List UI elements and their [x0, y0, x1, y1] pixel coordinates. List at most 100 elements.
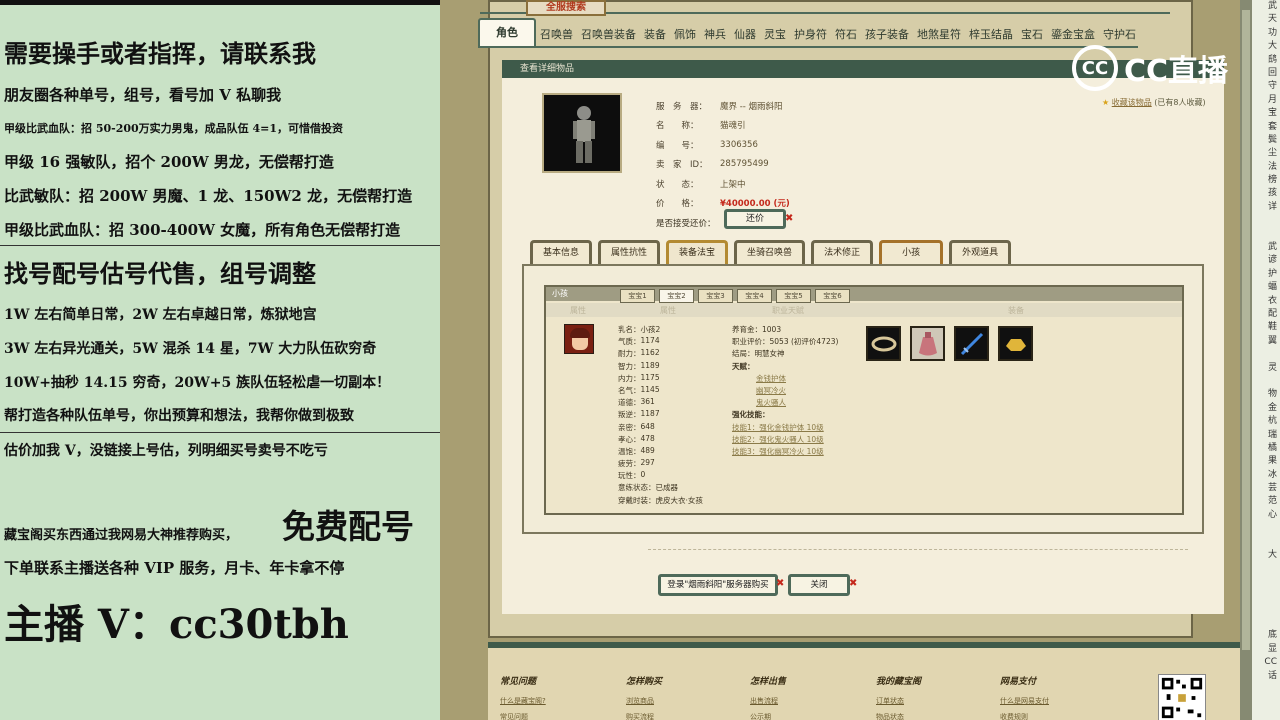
tab-divine-weapon[interactable]: 神兵	[700, 26, 730, 46]
stat-value: 1162	[640, 348, 660, 358]
stat-row: 叛逆： 1187	[618, 409, 703, 421]
bargain-button[interactable]: 还价	[724, 209, 786, 229]
tab-basic-info[interactable]: 基本信息	[530, 240, 593, 264]
tab-amulet[interactable]: 护身符	[790, 26, 831, 46]
side-text-char	[1252, 562, 1280, 575]
search-banner[interactable]: 全服搜索	[526, 0, 606, 16]
tab-child-equip[interactable]: 孩子装备	[861, 26, 913, 46]
stat-key: 亲密	[618, 422, 633, 432]
tab-baby-1[interactable]: 宝宝1	[620, 289, 655, 303]
gold-ingot-icon[interactable]	[998, 326, 1033, 361]
watermark-text: CC直播	[1124, 54, 1229, 89]
stat-value: 0	[640, 470, 646, 480]
footer-link[interactable]: 出售流程	[750, 693, 786, 709]
info-value: 魔界 -- 烟雨斜阳	[720, 101, 783, 112]
tab-accessory[interactable]: 佩饰	[670, 26, 700, 46]
tab-spirit-treasure[interactable]: 灵宝	[760, 26, 790, 46]
panel-line-10: 10W+抽秒 14.15 穷奇，20W+5 族队伍轻松虐一切副本！	[4, 375, 391, 391]
tab-equip[interactable]: 装备	[640, 26, 670, 46]
tab-baby-5[interactable]: 宝宝5	[776, 289, 811, 303]
tab-gold-box[interactable]: 鎏金宝盒	[1047, 26, 1099, 46]
side-text-char	[1252, 603, 1280, 616]
child-equipment	[866, 326, 1033, 361]
tab-baby-6[interactable]: 宝宝6	[815, 289, 850, 303]
pouch-icon[interactable]	[910, 326, 945, 361]
tab-jade-crystal[interactable]: 梓玉结晶	[965, 26, 1017, 46]
side-text-char: 守	[1267, 81, 1277, 92]
tab-spell-correction[interactable]: 法术修正	[811, 240, 874, 264]
side-text-char: 显	[1267, 643, 1277, 654]
tab-mount-summon[interactable]: 坐骑召唤兽	[734, 240, 806, 264]
footer-link[interactable]: 浏览商品	[626, 693, 662, 709]
info-row-status: 状 态： 上架中	[656, 174, 790, 194]
collect-link[interactable]: 收藏该物品	[1112, 98, 1152, 107]
tab-baby-4[interactable]: 宝宝4	[737, 289, 772, 303]
tab-rune-stone[interactable]: 符石	[831, 26, 861, 46]
tab-immortal-item[interactable]: 仙器	[730, 26, 760, 46]
tab-baby-3[interactable]: 宝宝3	[698, 289, 733, 303]
tab-baby-2[interactable]: 宝宝2	[659, 289, 694, 303]
panel-line-12: 估价加我 V，没链接上号估，列明细买号卖号不吃亏	[4, 443, 328, 459]
skill-link-3[interactable]: 技能3：强化幽冥冷火 10级	[732, 447, 824, 456]
stat-value: 297	[640, 458, 655, 468]
baby-tabs: 宝宝1 宝宝2 宝宝3 宝宝4 宝宝5 宝宝6	[620, 289, 850, 303]
close-x-icon[interactable]: ✖	[849, 578, 857, 589]
column-header-bar	[546, 303, 1182, 317]
qr-code-icon	[1158, 674, 1206, 720]
talent-link-2[interactable]: 幽冥冷火	[756, 386, 786, 395]
side-text-char: 套	[1267, 121, 1277, 132]
info-key: 卖 家 ID：	[656, 160, 708, 171]
tab-child[interactable]: 小孩	[879, 240, 944, 264]
side-text-char: 月	[1267, 94, 1277, 105]
footer-link[interactable]: 公示期	[750, 709, 786, 720]
collect-area: ★ 收藏该物品 (已有8人收藏)	[1102, 97, 1206, 108]
stat-row: 温饱： 489	[618, 446, 703, 458]
divider	[0, 245, 440, 246]
close-button[interactable]: 关闭	[788, 574, 850, 596]
side-text-char	[1252, 214, 1280, 227]
tab-role[interactable]: 角色	[478, 18, 536, 46]
tab-summon-equip[interactable]: 召唤兽装备	[577, 26, 640, 46]
stat-value: 1175	[640, 372, 660, 382]
talent-label: 天赋：	[732, 361, 755, 371]
sword-icon[interactable]	[954, 326, 989, 361]
tab-equip-treasure[interactable]: 装备法宝	[666, 240, 729, 264]
stat-key: 耐力	[618, 349, 633, 359]
footer-col-buy: 怎样购买 浏览商品 购买流程	[626, 674, 662, 720]
skill-link-2[interactable]: 技能2：强化鬼火骚人 10级	[732, 435, 824, 444]
side-text-char	[1252, 375, 1280, 388]
side-text-char: 杭	[1267, 416, 1277, 427]
footer-link[interactable]: 订单状态	[876, 693, 921, 709]
skill-link-1[interactable]: 技能1：强化金钱护体 10级	[732, 423, 824, 432]
tab-star-charm[interactable]: 地煞星符	[913, 26, 965, 46]
side-text-char: 芸	[1267, 483, 1277, 494]
tab-appearance[interactable]: 外观道具	[949, 240, 1012, 264]
col-head-attr-1: 属性	[570, 306, 586, 315]
panel-line-11: 帮打造各种队伍单号，你出预算和想法，我帮你做到极致	[4, 408, 354, 424]
footer-link[interactable]: 常见问题	[500, 709, 546, 720]
stat-row: 气质： 1174	[618, 336, 703, 348]
tab-summon[interactable]: 召唤兽	[536, 26, 577, 46]
footer-link[interactable]: 什么是网易支付	[1000, 693, 1049, 709]
stat-key: 智力	[618, 361, 633, 371]
tab-guard-stone[interactable]: 守护石	[1099, 26, 1140, 46]
talent-link-3[interactable]: 鬼火骚人	[756, 398, 786, 407]
footer-link[interactable]: 收费规则	[1000, 709, 1049, 720]
panel-line-7: 找号配号估号代售，组号调整	[4, 259, 316, 288]
separator	[648, 549, 1188, 550]
footer-link[interactable]: 购买流程	[626, 709, 662, 720]
stat-key: 气质	[618, 337, 633, 347]
footer-link[interactable]: 物品状态	[876, 709, 921, 720]
tab-gem[interactable]: 宝石	[1017, 26, 1047, 46]
talent-link-1[interactable]: 金钱护体	[756, 374, 786, 383]
close-x-icon[interactable]: ✖	[776, 578, 784, 589]
tab-attributes[interactable]: 属性抗性	[598, 240, 661, 264]
footer-link[interactable]: 什么是藏宝阁?	[500, 693, 546, 709]
bracelet-icon[interactable]	[866, 326, 901, 361]
side-text-char	[1252, 616, 1280, 629]
buy-on-server-button[interactable]: 登录"烟雨斜阳"服务器购买	[658, 574, 778, 596]
scrollbar-thumb[interactable]	[1242, 10, 1250, 650]
collect-count: (已有8人收藏)	[1154, 98, 1206, 107]
close-x-icon[interactable]: ✖	[785, 213, 793, 224]
top-dark-bar	[0, 0, 440, 5]
